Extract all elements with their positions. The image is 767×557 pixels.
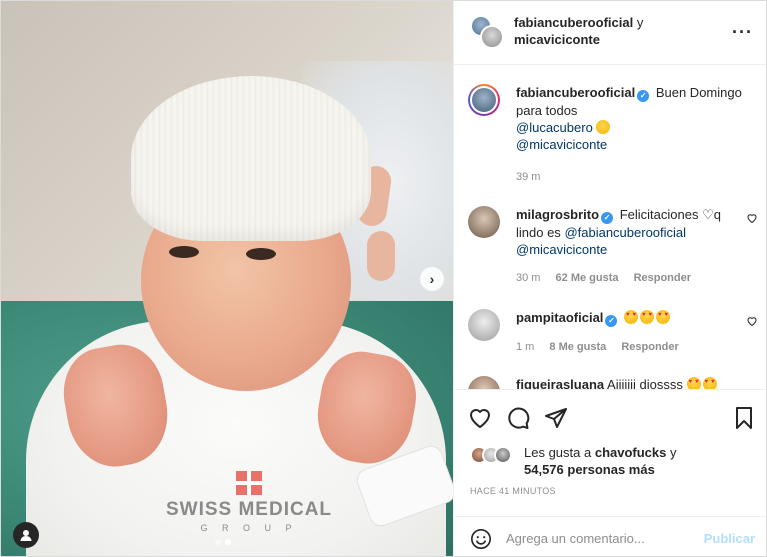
likes-text: Les gusta a chavofucks y 54,576 personas…: [524, 444, 677, 478]
logo-subtext: G R O U P: [200, 523, 298, 533]
collab-avatars[interactable]: [470, 15, 504, 49]
avatar[interactable]: [468, 206, 500, 238]
heart-eyes-emoji-icon: [624, 310, 639, 324]
comment-meta: 30 m 62 Me gusta Responder: [516, 270, 746, 287]
post-actions: Les gusta a chavofucks y 54,576 personas…: [454, 389, 766, 556]
avatar[interactable]: [468, 376, 500, 389]
heart-eyes-emoji-icon: [686, 377, 701, 389]
comment-text: Aiiiiiii diossss: [607, 377, 683, 389]
likes-suffix: y: [670, 445, 677, 460]
save-bookmark-icon[interactable]: [732, 406, 756, 430]
logo-text: SWISS MEDICAL: [165, 499, 333, 520]
comment-time: 30 m: [516, 272, 541, 284]
heart-eyes-emoji-icon: [656, 310, 671, 324]
comment-mention[interactable]: @fabiancuberooficial: [564, 225, 686, 240]
share-send-icon[interactable]: [544, 406, 568, 430]
heart-icon[interactable]: [746, 212, 758, 224]
caption-body: fabiancuberooficial ✓ Buen Domingo para t…: [516, 84, 746, 186]
comment-bubble-icon[interactable]: [506, 406, 530, 430]
comment-body: pampitaoficial✓ 1 m 8 Me gusta Responder: [516, 309, 746, 356]
likes-count[interactable]: 54,576 personas más: [524, 462, 655, 477]
comment-likes[interactable]: 62 Me gusta: [556, 272, 619, 284]
reply-button[interactable]: Responder: [621, 341, 678, 353]
comment-body: milagrosbrito ✓ Felicitaciones ♡q lindo e…: [516, 206, 746, 287]
comment-likes[interactable]: 8 Me gusta: [549, 341, 606, 353]
caption-mention[interactable]: @lucacubero: [516, 120, 593, 135]
caption-meta: 39 m: [516, 169, 746, 186]
adult-finger: [367, 231, 395, 281]
post-header: fabiancuberooficial y micaviciconte ···: [454, 1, 766, 65]
action-icons: [468, 406, 758, 430]
header-username-1[interactable]: fabiancuberooficial: [514, 15, 633, 30]
collab-usernames: fabiancuberooficial y micaviciconte: [514, 14, 724, 48]
carousel-dot: [215, 539, 221, 545]
comments-list: fabiancuberooficial ✓ Buen Domingo para t…: [454, 66, 766, 389]
post-side-panel: fabiancuberooficial y micaviciconte ··· …: [453, 1, 766, 556]
avatar[interactable]: [468, 309, 500, 341]
like-heart-icon[interactable]: [468, 406, 492, 430]
comment-username[interactable]: figueirasluana: [516, 377, 604, 389]
header-joiner: y: [636, 15, 644, 30]
header-username-2[interactable]: micaviciconte: [514, 32, 600, 47]
likes-user[interactable]: chavofucks: [595, 445, 667, 460]
baby-hat: [131, 76, 371, 241]
reply-button[interactable]: Responder: [634, 272, 691, 284]
swiss-medical-logo: SWISS MEDICAL G R O U P: [164, 471, 334, 533]
caption-time: 39 m: [516, 171, 541, 183]
add-comment-bar: Publicar: [454, 516, 766, 556]
cross-icon: [236, 471, 262, 495]
avatar: [480, 25, 504, 49]
baby-eye-right: [246, 248, 276, 260]
avatar: [494, 446, 512, 464]
more-dots-icon[interactable]: ···: [732, 23, 753, 41]
likes-summary: Les gusta a chavofucks y 54,576 personas…: [470, 444, 760, 480]
comment-username[interactable]: pampitaoficial: [516, 310, 603, 325]
comment-body: figueirasluana Aiiiiiii diossss: [516, 376, 746, 389]
publish-button[interactable]: Publicar: [704, 531, 755, 546]
verified-badge-icon: ✓: [601, 212, 614, 224]
comment-meta: 1 m 8 Me gusta Responder: [516, 339, 746, 356]
user-tag-icon[interactable]: [13, 522, 39, 548]
verified-badge-icon: ✓: [637, 90, 650, 102]
carousel-dot-active: [225, 539, 231, 545]
caption-mention[interactable]: @micaviciconte: [516, 137, 607, 152]
emoji-smile-icon[interactable]: [470, 528, 492, 550]
chevron-right-icon[interactable]: ›: [420, 267, 444, 291]
comment-mention[interactable]: @micaviciconte: [516, 242, 607, 257]
liker-avatars: [470, 446, 518, 466]
heart-icon[interactable]: [746, 315, 758, 327]
baby-emoji-icon: [596, 120, 611, 134]
heart-eyes-emoji-icon: [702, 377, 717, 389]
post-photo[interactable]: SWISS MEDICAL G R O U P ›: [1, 1, 453, 556]
likes-prefix: Les gusta a: [524, 445, 592, 460]
caption-username[interactable]: fabiancuberooficial: [516, 85, 635, 100]
comment-username[interactable]: milagrosbrito: [516, 207, 599, 222]
baby-eye-left: [169, 246, 199, 258]
heart-eyes-emoji-icon: [640, 310, 655, 324]
comment-input[interactable]: [506, 527, 696, 549]
post-timestamp[interactable]: HACE 41 MINUTOS: [470, 486, 556, 496]
caption-avatar[interactable]: [468, 84, 500, 116]
verified-badge-icon: ✓: [605, 315, 618, 327]
comment-time: 1 m: [516, 341, 535, 353]
instagram-post-window: SWISS MEDICAL G R O U P › fabiancuberoof…: [0, 0, 767, 557]
